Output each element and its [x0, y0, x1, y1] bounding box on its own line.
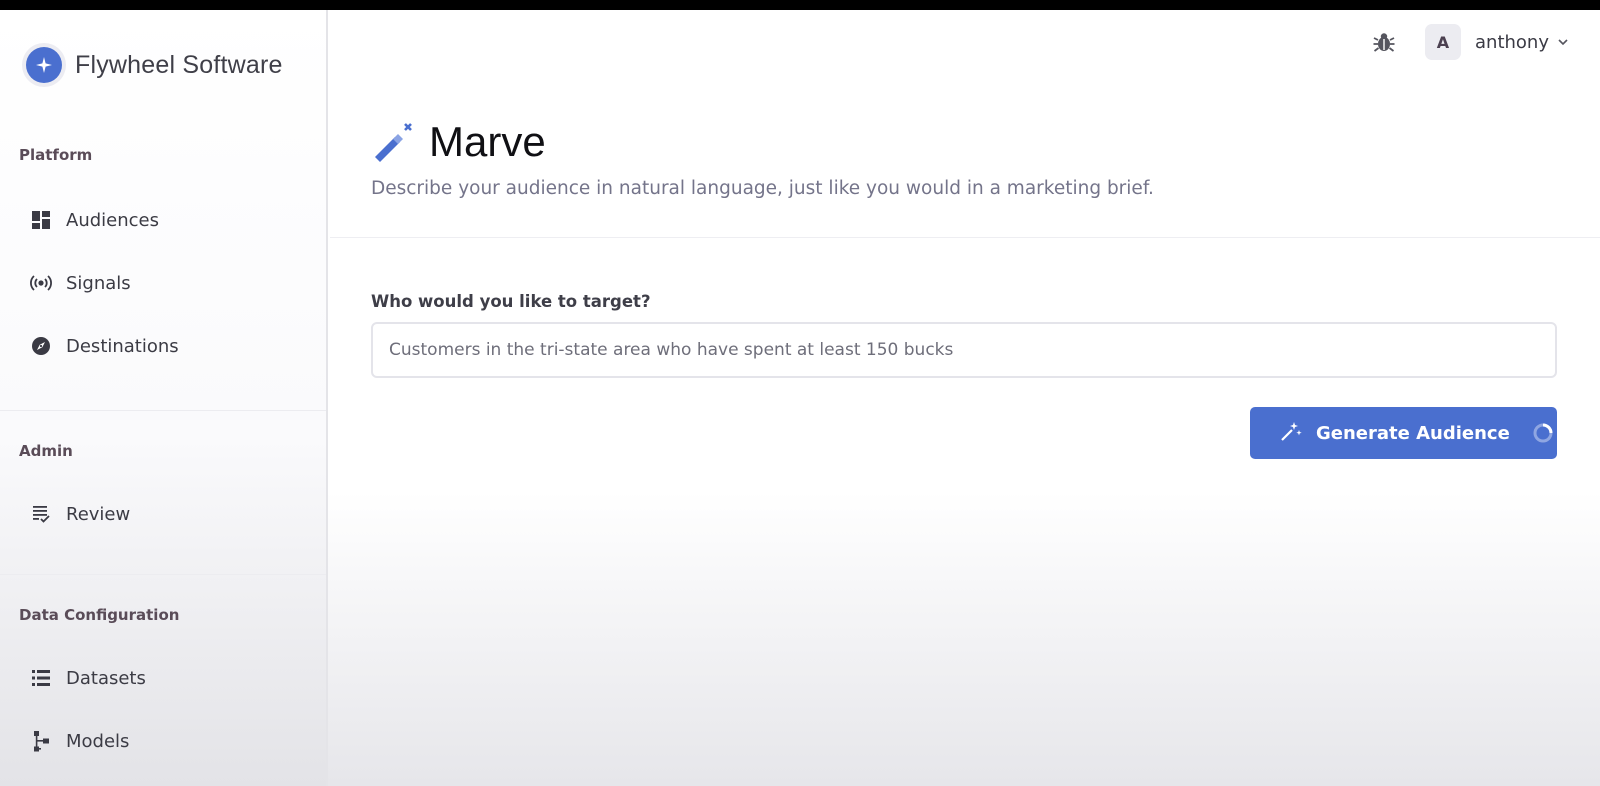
list-icon: [28, 665, 54, 691]
compass-icon: [28, 333, 54, 359]
sidebar-item-models[interactable]: Models: [28, 725, 308, 757]
sidebar-item-label: Audiences: [66, 209, 159, 231]
target-field-label: Who would you like to target?: [371, 292, 651, 311]
flywheel-logo-icon: [22, 43, 66, 87]
sidebar-item-label: Datasets: [66, 667, 146, 689]
header-divider: [330, 237, 1600, 238]
sidebar-item-label: Signals: [66, 272, 131, 294]
brand[interactable]: Flywheel Software: [22, 43, 283, 87]
sidebar-item-label: Models: [66, 730, 130, 752]
sidebar-item-label: Destinations: [66, 335, 179, 357]
username: anthony: [1475, 31, 1549, 53]
page-header: Marve Describe your audience in natural …: [371, 118, 1154, 199]
broadcast-icon: [28, 270, 54, 296]
page-title: Marve: [429, 118, 546, 165]
sidebar-item-audiences[interactable]: Audiences: [28, 204, 308, 236]
user-menu[interactable]: A anthony: [1425, 24, 1569, 60]
bug-report-button[interactable]: [1370, 30, 1398, 58]
generate-audience-button[interactable]: Generate Audience: [1250, 407, 1557, 459]
sidebar-item-label: Review: [66, 503, 131, 525]
checklist-icon: [28, 501, 54, 527]
app-window: Flywheel Software Platform Audiences Sig…: [0, 10, 1600, 786]
sidebar-divider: [0, 410, 326, 411]
magic-wand-icon: [371, 121, 413, 163]
target-input[interactable]: [371, 322, 1557, 378]
brand-name: Flywheel Software: [75, 50, 283, 79]
generate-audience-label: Generate Audience: [1316, 422, 1510, 444]
sidebar-item-destinations[interactable]: Destinations: [28, 330, 308, 362]
section-label-data-configuration: Data Configuration: [19, 606, 180, 624]
bug-icon: [1372, 30, 1396, 58]
sparkle-icon: [1280, 420, 1302, 446]
loading-spinner-icon: [1532, 422, 1554, 444]
sidebar-item-datasets[interactable]: Datasets: [28, 662, 308, 694]
avatar: A: [1425, 24, 1461, 60]
sidebar-divider: [0, 574, 326, 575]
sidebar-item-review[interactable]: Review: [28, 498, 308, 530]
section-label-platform: Platform: [19, 146, 93, 164]
hierarchy-icon: [28, 728, 54, 754]
sidebar-item-signals[interactable]: Signals: [28, 267, 308, 299]
chevron-down-icon: [1557, 38, 1569, 46]
section-label-admin: Admin: [19, 442, 73, 460]
page-subtitle: Describe your audience in natural langua…: [371, 178, 1154, 199]
sidebar: Flywheel Software Platform Audiences Sig…: [0, 10, 328, 786]
dashboard-icon: [28, 207, 54, 233]
